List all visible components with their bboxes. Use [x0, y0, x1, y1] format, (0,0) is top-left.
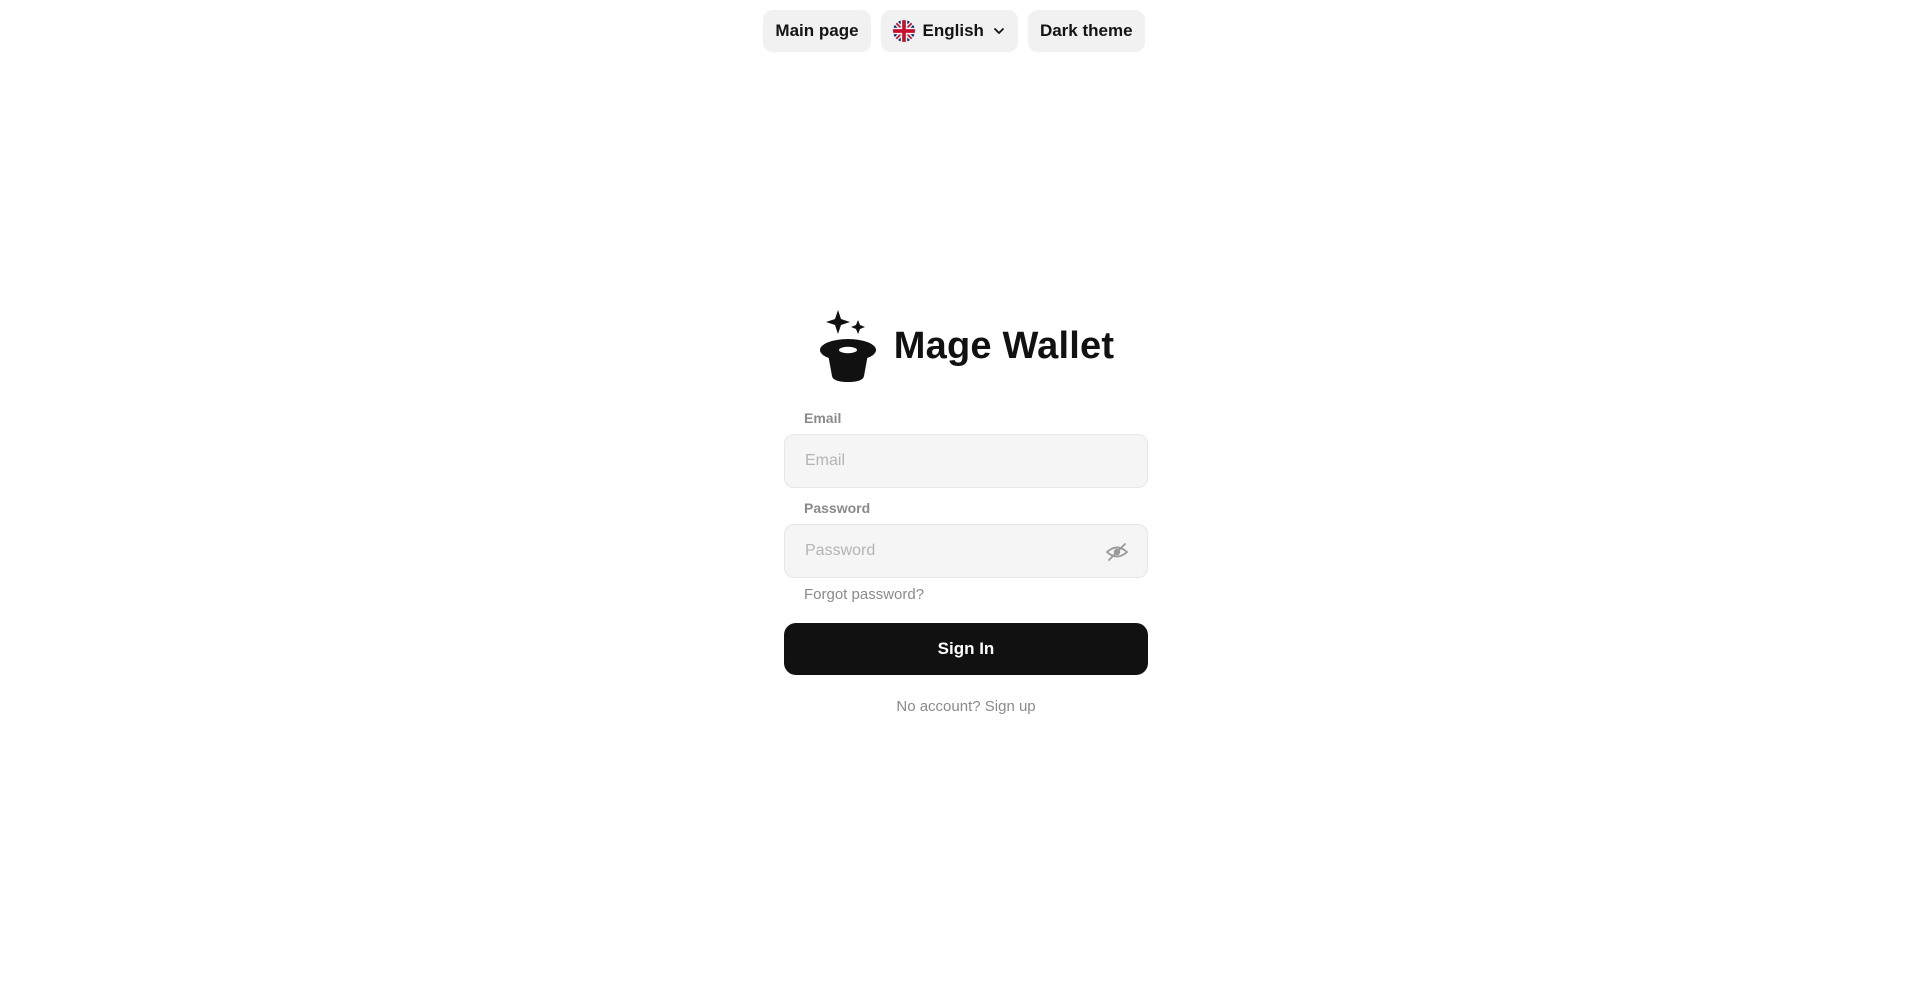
dark-theme-label: Dark theme — [1039, 21, 1133, 40]
top-navigation-group: Main page English Dark theme — [763, 10, 1145, 52]
brand: Mage Wallet — [784, 308, 1148, 384]
email-field-wrapper — [784, 434, 1148, 488]
sign-up-link[interactable]: Sign up — [985, 698, 1036, 715]
password-field[interactable] — [785, 525, 1147, 577]
eye-off-icon[interactable] — [1105, 540, 1129, 564]
uk-flag-icon — [892, 20, 915, 42]
brand-name: Mage Wallet — [893, 324, 1115, 367]
no-account-text: No account? — [896, 698, 981, 715]
main-page-label: Main page — [775, 21, 859, 40]
forgot-password-link[interactable]: Forgot password? — [804, 586, 1148, 603]
chevron-down-icon — [994, 28, 1004, 34]
sign-in-button[interactable]: Sign In — [784, 623, 1148, 675]
password-field-wrapper — [784, 524, 1148, 578]
language-label: English — [922, 21, 984, 40]
email-label: Email — [804, 410, 842, 426]
dark-theme-button[interactable]: Dark theme — [1027, 10, 1145, 52]
language-selector[interactable]: English — [880, 10, 1018, 52]
sign-in-card: Mage Wallet Email Password Forgot passwo… — [784, 308, 1148, 715]
password-label: Password — [804, 500, 871, 516]
email-field[interactable] — [785, 435, 1147, 487]
magic-hat-icon — [819, 310, 876, 382]
main-page-button[interactable]: Main page — [763, 10, 871, 52]
top-navigation: Main page English Dark theme — [0, 10, 1920, 52]
signup-prompt: No account? Sign up — [784, 698, 1148, 715]
